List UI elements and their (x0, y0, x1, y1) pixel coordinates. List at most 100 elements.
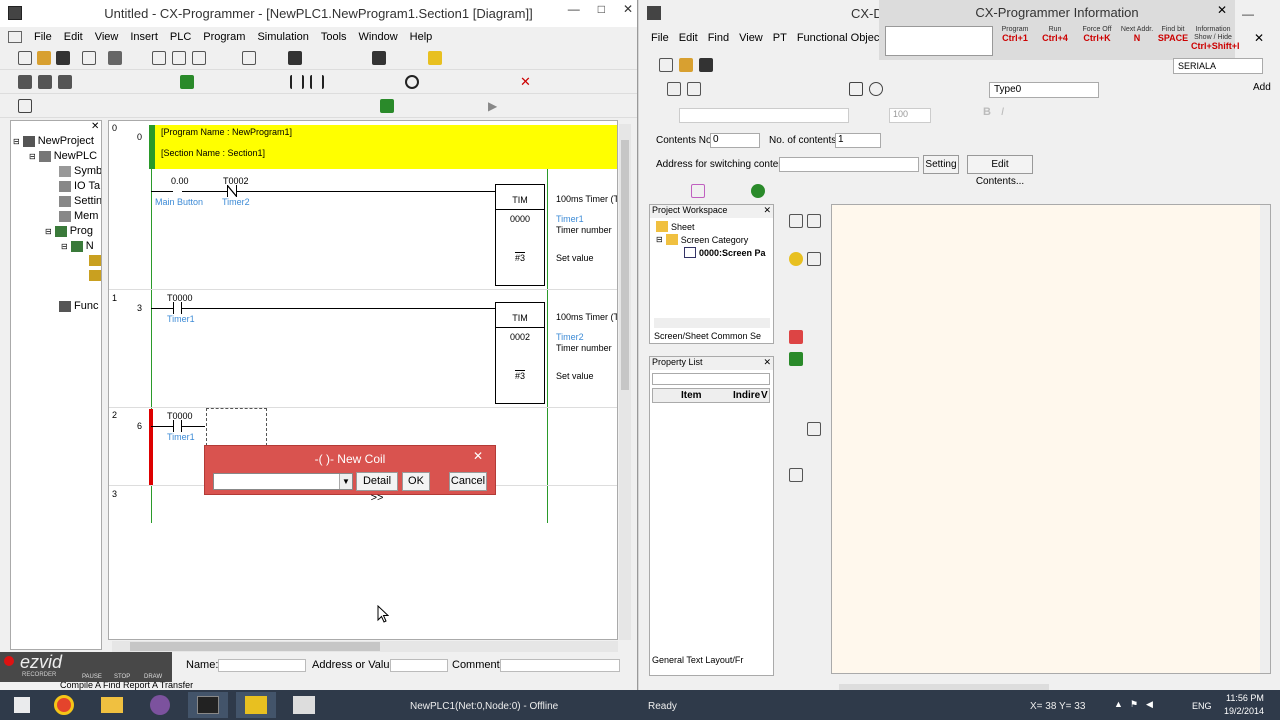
zoom-select[interactable]: 100 (889, 108, 931, 123)
serial-port-select[interactable]: SERIALA (1173, 58, 1263, 74)
zoom-in-icon[interactable] (38, 75, 52, 89)
menu-pt[interactable]: PT (773, 32, 787, 44)
volume-icon[interactable]: ◀ (1146, 699, 1153, 710)
pushbutton-icon[interactable] (789, 214, 803, 228)
menu-file[interactable]: File (28, 31, 58, 43)
network-icon[interactable]: ▲ (1114, 699, 1123, 709)
no-of-contents-spinner[interactable]: 1 (835, 133, 881, 148)
setting-button[interactable]: Setting (923, 155, 959, 174)
menu-file[interactable]: File (651, 32, 669, 44)
close-button[interactable]: ✕ (623, 2, 633, 16)
vertical-scroll-thumb[interactable] (621, 140, 629, 390)
stop-button[interactable]: STOP (114, 674, 130, 680)
contact-3[interactable] (173, 420, 182, 432)
circle-icon[interactable] (869, 82, 883, 96)
plist-tabs[interactable]: General Text Layout/Fr (652, 655, 743, 665)
detail-button[interactable]: Detail >> (356, 472, 398, 504)
zoom-icon[interactable] (18, 75, 32, 89)
ws-item-screen-page[interactable]: 0000:Screen Pa (684, 247, 766, 258)
bold-icon[interactable]: B (983, 106, 991, 118)
menu-plc[interactable]: PLC (164, 31, 197, 43)
edit-contents-button[interactable]: Edit Contents... (967, 155, 1033, 187)
help-icon[interactable] (372, 51, 386, 65)
tree-item-project[interactable]: ⊟ NewProject (13, 135, 94, 147)
flag-icon[interactable]: ⚑ (1130, 699, 1138, 710)
taskbar-explorer[interactable] (92, 692, 132, 718)
contents-no-spinner[interactable]: 0 (710, 133, 760, 148)
tree-item-programs[interactable]: ⊟ Prog (45, 225, 93, 237)
open-icon[interactable] (37, 51, 51, 65)
horizontal-scroll-thumb[interactable] (130, 642, 380, 651)
multi-function-icon[interactable] (807, 252, 821, 266)
menu-help[interactable]: Help (404, 31, 439, 43)
grid-icon[interactable] (180, 75, 194, 89)
font-select[interactable] (679, 108, 849, 123)
info-close-icon[interactable]: ✕ (1217, 3, 1227, 17)
online-icon[interactable] (380, 99, 394, 113)
language-indicator[interactable]: ENG (1192, 701, 1212, 711)
menu-program[interactable]: Program (197, 31, 251, 43)
type-select[interactable]: Type0 (989, 82, 1099, 98)
trend-icon[interactable] (807, 422, 821, 436)
status-icon[interactable] (751, 184, 765, 198)
tree-item-end[interactable] (89, 270, 101, 281)
cxd-minimize-button[interactable]: — (1242, 7, 1254, 21)
bar-graph-icon[interactable] (789, 352, 803, 366)
tree-item-plc[interactable]: ⊟ NewPLC (29, 150, 97, 162)
coil-icon[interactable] (405, 75, 419, 89)
taskbar-app[interactable] (284, 692, 324, 718)
name-field[interactable] (218, 659, 306, 672)
menu-window[interactable]: Window (353, 31, 404, 43)
tree-item-memory[interactable]: Mem (59, 210, 98, 222)
ws-scrollbar[interactable] (654, 318, 770, 328)
start-button[interactable] (2, 692, 42, 718)
contact-no-icon[interactable] (290, 75, 304, 89)
menu-edit[interactable]: Edit (58, 31, 89, 43)
paste-icon[interactable] (192, 51, 206, 65)
contact-nc-icon[interactable] (310, 75, 324, 89)
save-icon[interactable] (56, 51, 70, 65)
contact-2[interactable] (173, 302, 182, 314)
tree-item-symbols[interactable]: Symb (59, 165, 101, 177)
menu-find[interactable]: Find (708, 32, 729, 44)
screen-canvas[interactable] (831, 204, 1271, 674)
menu-simulation[interactable]: Simulation (251, 31, 314, 43)
menu-insert[interactable]: Insert (124, 31, 164, 43)
print-preview-icon[interactable] (82, 51, 96, 65)
rectangle-icon[interactable] (849, 82, 863, 96)
timer-1-block[interactable]: TIM 0002 #3 (495, 302, 545, 404)
menu-view[interactable]: View (739, 32, 763, 44)
ok-button[interactable]: OK (402, 472, 430, 491)
save-icon[interactable] (699, 58, 713, 72)
mode-icon[interactable] (18, 99, 32, 113)
zoom-out-icon[interactable] (58, 75, 72, 89)
draw-button[interactable]: DRAW (144, 674, 162, 680)
taskbar-cx-designer[interactable] (236, 692, 276, 718)
lamp-icon[interactable] (789, 252, 803, 266)
minimize-button[interactable]: — (568, 2, 580, 16)
open-icon[interactable] (679, 58, 693, 72)
cursor-cell[interactable] (206, 408, 267, 446)
menu-edit[interactable]: Edit (679, 32, 698, 44)
warning-icon[interactable] (428, 51, 442, 65)
pause-button[interactable]: PAUSE (82, 674, 102, 680)
ws-item-sheet[interactable]: Sheet (656, 221, 695, 232)
taskbar-cx-programmer[interactable] (188, 692, 228, 718)
tree-close-icon[interactable]: ✕ (91, 121, 99, 132)
maximize-button[interactable]: □ (598, 2, 605, 16)
taskbar-viber[interactable] (140, 692, 180, 718)
play-icon[interactable]: ▶ (488, 99, 502, 113)
new-icon[interactable] (659, 58, 673, 72)
word-button-icon[interactable] (807, 214, 821, 228)
grid-icon[interactable] (667, 82, 681, 96)
tree-item-function-blocks[interactable]: Func (59, 300, 98, 312)
comment-field[interactable] (500, 659, 620, 672)
frame-icon[interactable] (789, 468, 803, 482)
undo-icon[interactable] (242, 51, 256, 65)
cut-icon[interactable] (152, 51, 166, 65)
timer-0-block[interactable]: TIM 0000 #3 (495, 184, 545, 286)
delete-icon[interactable]: ✕ (520, 75, 534, 89)
tree-item-settings[interactable]: Settin (59, 195, 101, 207)
menu-functional-objects[interactable]: Functional Objects (797, 32, 888, 44)
chevron-down-icon[interactable]: ▼ (339, 474, 352, 489)
